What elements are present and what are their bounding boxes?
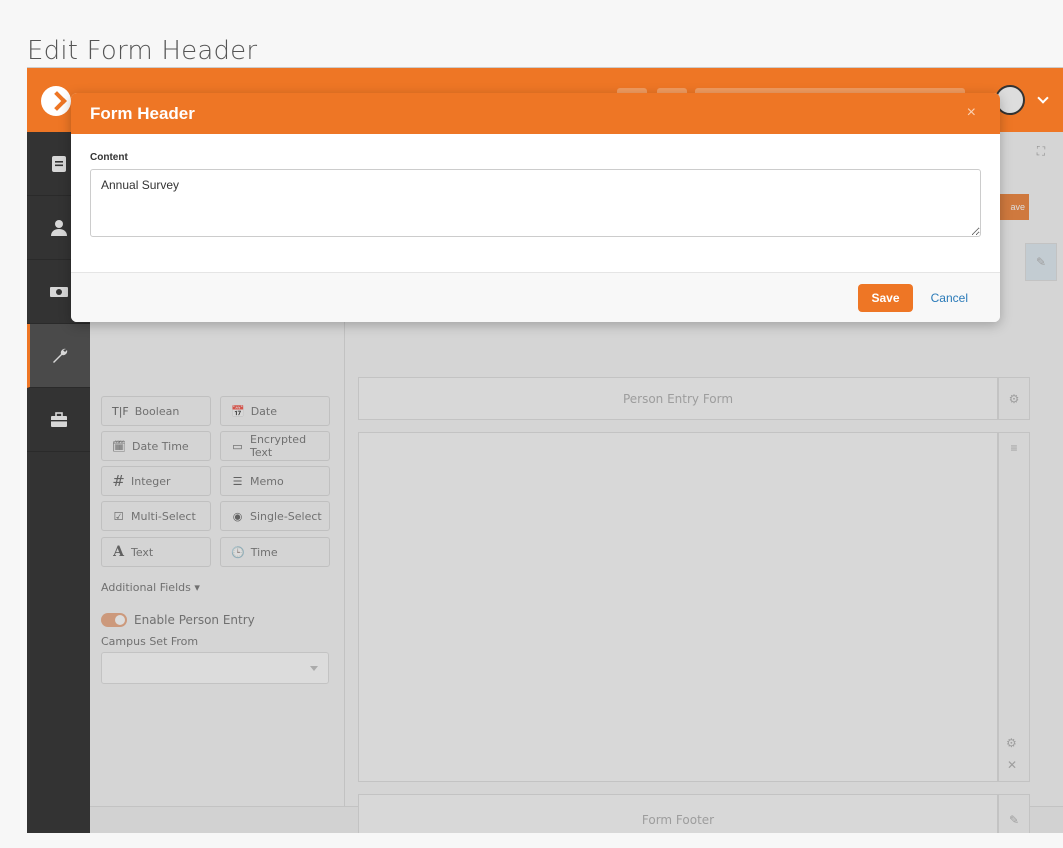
wrench-icon — [53, 348, 68, 363]
modal-title: Form Header — [90, 103, 195, 123]
save-button-partial[interactable]: ave — [997, 194, 1029, 220]
field-label: Date Time — [131, 439, 189, 453]
enable-person-entry-toggle[interactable] — [101, 613, 127, 627]
field-label: Time — [250, 545, 278, 559]
section-tools: ≡ — [998, 432, 1030, 782]
field-memo-button[interactable]: ☰ Memo — [220, 466, 330, 496]
field-boolean-button[interactable]: T|F Boolean — [101, 396, 211, 426]
money-icon — [49, 286, 68, 297]
enable-person-entry-label: Enable Person Entry — [134, 613, 255, 627]
zone-label: Form Footer — [641, 813, 715, 827]
page-title: Edit Form Header — [27, 36, 258, 66]
briefcase-icon — [50, 411, 67, 427]
document-icon — [51, 155, 66, 172]
modal-footer: Save Cancel — [71, 272, 1000, 322]
field-time-button[interactable]: 🕒 Time — [220, 537, 330, 567]
campus-set-from-label: Campus Set From — [101, 635, 199, 648]
save-button[interactable]: Save — [858, 284, 913, 312]
memo-icon: ☰ — [232, 474, 243, 488]
form-footer-zone[interactable]: Form Footer — [358, 794, 998, 833]
rock-logo-icon[interactable] — [41, 86, 71, 116]
calendar-clock-icon: 🗓 — [112, 439, 126, 453]
text-icon: A — [113, 544, 124, 560]
gear-icon[interactable]: ⚙ — [998, 377, 1030, 420]
field-multi-select-button[interactable]: ☑ Multi-Select — [101, 501, 211, 531]
cancel-button[interactable]: Cancel — [931, 284, 968, 312]
fullscreen-icon[interactable]: ⛶ — [1025, 138, 1057, 164]
field-label: Memo — [250, 474, 284, 488]
field-label: Boolean — [134, 404, 180, 418]
sidebar-item-tools[interactable] — [27, 388, 90, 452]
field-text-button[interactable]: A Text — [101, 537, 211, 567]
field-date-button[interactable]: 📅 Date — [220, 396, 330, 426]
pencil-icon[interactable]: ✎ — [1025, 243, 1057, 281]
field-single-select-button[interactable]: ◉ Single-Select — [220, 501, 330, 531]
drag-handle-icon[interactable]: ≡ — [1010, 441, 1017, 455]
gear-icon[interactable]: ⚙ — [1006, 736, 1017, 750]
field-label: Integer — [131, 474, 171, 488]
field-encrypted-text-button[interactable]: ▭ Encrypted Text — [220, 431, 330, 461]
person-icon — [50, 219, 67, 236]
close-icon[interactable]: × — [967, 104, 976, 122]
zone-label: Person Entry Form — [622, 391, 734, 406]
checkbox-icon: ☑ — [113, 509, 124, 523]
pencil-icon[interactable]: ✎ — [998, 794, 1030, 833]
person-entry-form-zone[interactable]: Person Entry Form — [358, 377, 998, 420]
encrypted-text-icon: ▭ — [232, 439, 243, 453]
campus-set-from-select[interactable] — [101, 652, 329, 684]
field-integer-button[interactable]: # Integer — [101, 466, 211, 496]
form-header-modal: Form Header × Content Annual Survey Save… — [71, 93, 1000, 322]
field-label: Multi-Select — [131, 509, 196, 523]
field-label: Encrypted Text — [250, 433, 307, 459]
boolean-icon: T|F — [112, 404, 129, 418]
content-label: Content — [90, 152, 128, 163]
hash-icon: # — [112, 472, 125, 490]
additional-fields-toggle[interactable]: Additional Fields ▾ — [101, 581, 200, 594]
modal-header: Form Header × — [71, 93, 1000, 134]
radio-icon: ◉ — [232, 509, 243, 523]
clock-icon: 🕒 — [231, 545, 245, 559]
sidebar-item-admin-tools[interactable] — [27, 324, 90, 388]
field-label: Date — [250, 404, 277, 418]
calendar-icon: 📅 — [231, 404, 245, 418]
field-date-time-button[interactable]: 🗓 Date Time — [101, 431, 211, 461]
chevron-down-icon[interactable] — [1037, 92, 1049, 104]
content-textarea[interactable]: Annual Survey — [90, 169, 981, 237]
form-section-zone[interactable] — [358, 432, 998, 782]
modal-body: Content Annual Survey — [71, 134, 1000, 272]
field-label: Single-Select — [250, 509, 322, 523]
close-icon[interactable]: ✕ — [1007, 758, 1017, 772]
field-label: Text — [131, 545, 154, 559]
